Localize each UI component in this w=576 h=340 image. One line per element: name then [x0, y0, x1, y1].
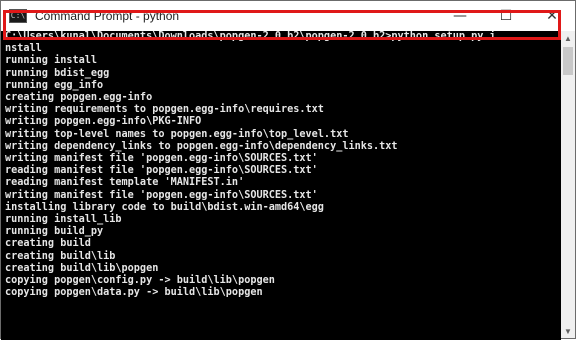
scrollbar-thumb[interactable]	[563, 47, 573, 75]
title-bar[interactable]: C:\ Command Prompt - python — ☐ ✕	[1, 1, 575, 31]
close-button[interactable]: ✕	[529, 1, 575, 31]
minimize-button[interactable]: —	[437, 1, 483, 31]
terminal-line: running install_lib	[5, 214, 122, 226]
terminal-line: copying popgen\config.py -> build\lib\po…	[5, 275, 275, 287]
chevron-up-icon: ▲	[564, 33, 572, 43]
terminal-line: C:\Users\kunal\Documents\Downloads\popge…	[5, 31, 496, 42]
terminal-line: copying popgen\data.py -> build\lib\popg…	[5, 287, 263, 299]
terminal-line: running build_py	[5, 226, 104, 238]
close-icon: ✕	[546, 8, 558, 24]
terminal-line: writing popgen.egg-info\PKG-INFO	[5, 116, 202, 128]
scroll-down-button[interactable]: ▼	[561, 324, 575, 338]
terminal-line: creating build\lib	[5, 250, 116, 262]
vertical-scrollbar[interactable]: ▲ ▼	[561, 31, 575, 338]
command-prompt-window[interactable]: C:\ Command Prompt - python — ☐ ✕ C:\Use…	[0, 0, 576, 340]
terminal-line: nstall	[5, 43, 42, 55]
terminal-line: running install	[5, 55, 98, 67]
minimize-icon: —	[453, 8, 467, 24]
terminal-output[interactable]: C:\Users\kunal\Documents\Downloads\popge…	[1, 31, 561, 340]
terminal-line: writing manifest file 'popgen.egg-info\S…	[5, 189, 318, 201]
maximize-icon: ☐	[499, 8, 513, 24]
terminal-line: creating build\lib\popgen	[5, 262, 159, 274]
terminal-line: reading manifest file 'popgen.egg-info\S…	[5, 165, 318, 177]
terminal-line: creating build	[5, 238, 91, 250]
terminal-line: creating popgen.egg-info	[5, 92, 153, 104]
maximize-button[interactable]: ☐	[483, 1, 529, 31]
terminal-line: running bdist_egg	[5, 67, 110, 79]
terminal-line: writing top-level names to popgen.egg-in…	[5, 128, 349, 140]
cmd-app-icon[interactable]: C:\	[9, 9, 27, 23]
terminal-line: writing requirements to popgen.egg-info\…	[5, 104, 324, 116]
terminal-line: installing library code to build\bdist.w…	[5, 201, 324, 213]
terminal-line: writing manifest file 'popgen.egg-info\S…	[5, 153, 318, 165]
scroll-up-button[interactable]: ▲	[561, 31, 575, 45]
terminal-line: reading manifest template 'MANIFEST.in'	[5, 177, 245, 189]
chevron-down-icon: ▼	[564, 326, 572, 336]
window-title: Command Prompt - python	[35, 9, 180, 23]
terminal-line: running egg_info	[5, 79, 104, 91]
terminal-line: writing dependency_links to popgen.egg-i…	[5, 140, 398, 152]
